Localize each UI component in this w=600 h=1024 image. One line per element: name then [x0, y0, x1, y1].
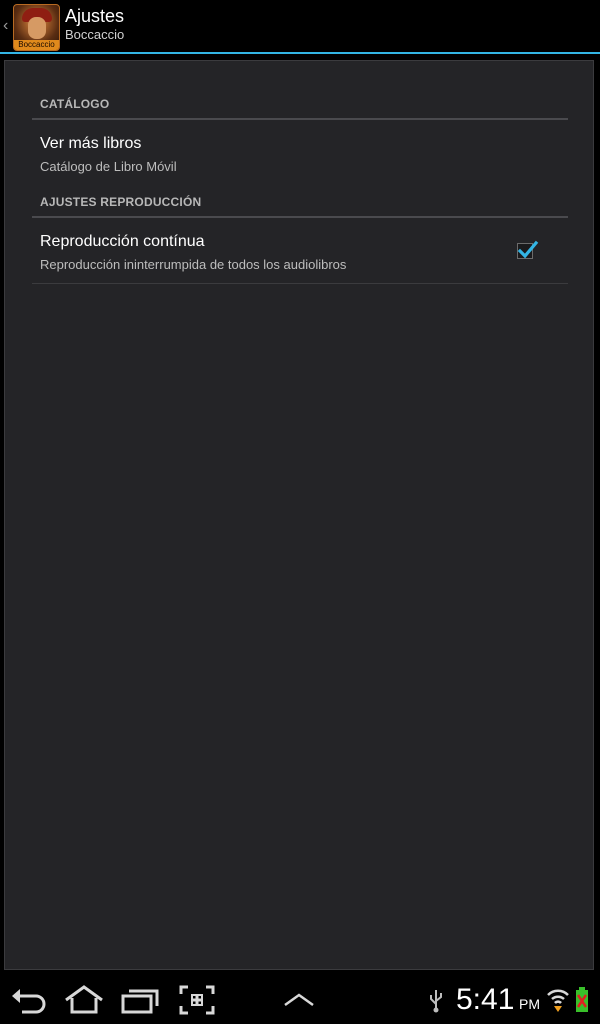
- category-playback-header: AJUSTES REPRODUCCIÓN: [40, 195, 202, 209]
- page-title: Ajustes: [65, 6, 125, 26]
- menu-up-icon: [284, 993, 314, 1007]
- app-icon-label: Boccaccio: [14, 40, 59, 50]
- recent-apps-icon: [121, 989, 159, 1014]
- continuous-playback-title: Reproducción contínua: [40, 233, 205, 250]
- back-button[interactable]: [8, 984, 48, 1021]
- home-icon: [65, 985, 103, 1014]
- up-caret-icon: ‹: [3, 17, 9, 34]
- usb-icon: [430, 990, 442, 1013]
- screenshot-button[interactable]: [178, 984, 216, 1021]
- clock-time: 5:41: [456, 983, 515, 1016]
- menu-up-button[interactable]: [282, 990, 316, 1015]
- recent-apps-button[interactable]: [120, 984, 160, 1021]
- page-subtitle: Boccaccio: [65, 27, 125, 42]
- more-books-title: Ver más libros: [40, 135, 142, 152]
- icon-portrait-face: [28, 17, 46, 39]
- more-books-summary: Catálogo de Libro Móvil: [40, 159, 177, 174]
- system-bar: 5:41 PM: [0, 976, 600, 1024]
- action-bar: ‹ Boccaccio Ajustes Boccaccio: [0, 0, 600, 54]
- battery-icon: [576, 987, 588, 1012]
- preference-divider: [32, 283, 568, 284]
- back-icon: [12, 989, 46, 1014]
- clock-ampm: PM: [519, 996, 540, 1012]
- battery-status: [574, 986, 590, 1019]
- category-divider: [32, 216, 568, 218]
- more-books-preference[interactable]: Ver más libros Catálogo de Libro Móvil: [32, 123, 568, 181]
- wifi-icon: [547, 989, 569, 1012]
- continuous-playback-checkbox[interactable]: [517, 240, 539, 259]
- wifi-status: [546, 986, 570, 1019]
- app-icon: Boccaccio: [13, 4, 60, 51]
- action-bar-divider: [0, 52, 600, 54]
- category-divider: [32, 118, 568, 120]
- category-catalog-header: CATÁLOGO: [40, 97, 110, 111]
- continuous-playback-preference[interactable]: Reproducción contínua Reproducción inint…: [32, 221, 568, 283]
- usb-status: [428, 988, 444, 1019]
- home-button[interactable]: [62, 984, 106, 1021]
- up-navigation-button[interactable]: ‹ Boccaccio: [0, 0, 64, 52]
- preferences-panel: CATÁLOGO Ver más libros Catálogo de Libr…: [4, 60, 594, 970]
- checkmark-icon: [517, 240, 539, 259]
- screenshot-icon: [179, 985, 215, 1015]
- continuous-playback-summary: Reproducción ininterrumpida de todos los…: [40, 257, 347, 272]
